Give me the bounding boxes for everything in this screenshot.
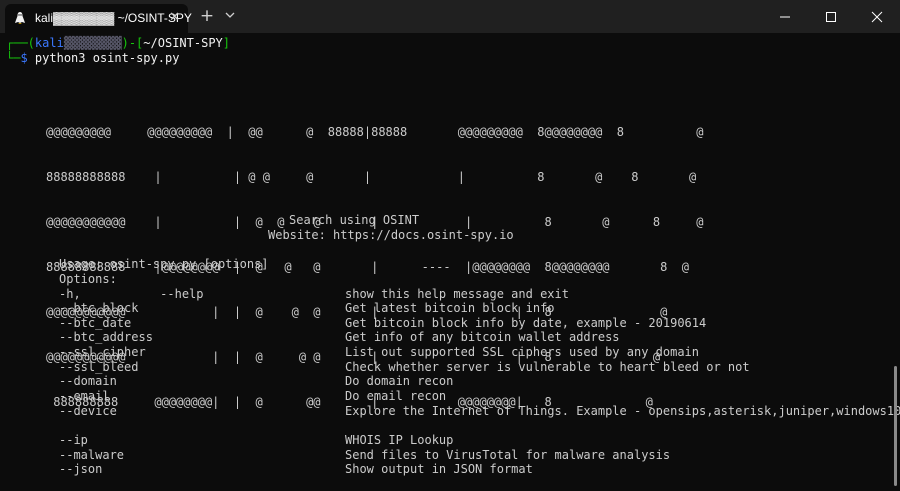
prompt-redacted: ▓▓▓▓▓▓▓▓	[63, 36, 122, 50]
option-desc: Send files to VirusTotal for malware ana…	[345, 448, 671, 462]
ascii-art-line: @@@@@@@@@ @@@@@@@@@ | @@ @ 88888|88888 @…	[46, 125, 704, 139]
option-desc: Get latest bitcoin block info	[345, 301, 555, 315]
close-window-icon	[871, 11, 883, 22]
option-desc: List out supported SSL ciphers used by a…	[345, 345, 700, 359]
option-flag: --btc_address	[59, 330, 153, 344]
prompt-symbol: $	[20, 51, 28, 65]
banner-search: Search using OSINT	[289, 213, 420, 227]
prompt-line: ┌──(kali▓▓▓▓▓▓▓▓)-[~/OSINT-SPY]	[6, 36, 231, 50]
option-desc: Get bitcoin block info by date, example …	[345, 316, 707, 330]
ascii-art-line: 88888888888 | | @ @ @ | | 8 @ 8 @	[46, 170, 697, 184]
option-flag: --ip	[59, 433, 88, 447]
usage-line: Usage: osint-spy.py [options]	[59, 257, 269, 271]
option-desc: Check whether server is vulnerable to he…	[345, 360, 750, 374]
option-desc: show this help message and exit	[345, 287, 569, 301]
new-tab-button[interactable]: +	[197, 6, 217, 26]
option-desc: Do domain recon	[345, 374, 454, 388]
option-desc: Get info of any bitcoin wallet address	[345, 330, 620, 344]
option-flag: --malware	[59, 448, 125, 462]
option-desc: Do email recon	[345, 389, 447, 403]
option-desc: Explore the Internet of Things. Example …	[345, 404, 900, 418]
banner-website: Website: https://docs.osint-spy.io	[268, 228, 514, 242]
maximize-button[interactable]	[808, 0, 854, 33]
title-bar: kali▓▓▓▓▓▓▓ ~/OSINT-SPY ✕ +	[0, 0, 900, 33]
option-desc: Show output in JSON format	[345, 462, 533, 476]
option-flag: --json	[59, 462, 103, 476]
scrollbar-thumb[interactable]	[894, 366, 897, 486]
maximize-icon	[826, 11, 836, 22]
option-flag: --ssl_cipher	[59, 345, 146, 359]
terminal-tab[interactable]: kali▓▓▓▓▓▓▓ ~/OSINT-SPY ✕	[5, 4, 192, 33]
chevron-down-icon[interactable]	[223, 8, 237, 22]
linux-penguin-icon	[15, 12, 25, 24]
option-flag: --btc_date	[59, 316, 132, 330]
option-desc: WHOIS IP Lookup	[345, 433, 454, 447]
close-window-button[interactable]	[854, 0, 900, 33]
minimize-icon	[780, 16, 790, 17]
options-label: Options:	[59, 272, 117, 286]
option-flag: --email	[59, 389, 110, 403]
prompt-user: kali	[34, 36, 64, 50]
minimize-button[interactable]	[762, 0, 808, 33]
option-flag: --btc_block	[59, 301, 139, 315]
close-icon[interactable]: ✕	[169, 10, 180, 25]
option-flag: --domain	[59, 374, 117, 388]
command-line: └─$ python3 osint-spy.py	[6, 51, 180, 65]
command-text: python3 osint-spy.py	[34, 51, 180, 65]
terminal-output[interactable]: ┌──(kali▓▓▓▓▓▓▓▓)-[~/OSINT-SPY] └─$ pyth…	[0, 33, 900, 491]
option-flag: -h, --help	[59, 287, 204, 301]
option-flag: --device	[59, 404, 117, 418]
option-flag: --ssl_bleed	[59, 360, 139, 374]
prompt-path: ~/OSINT-SPY	[143, 36, 223, 50]
